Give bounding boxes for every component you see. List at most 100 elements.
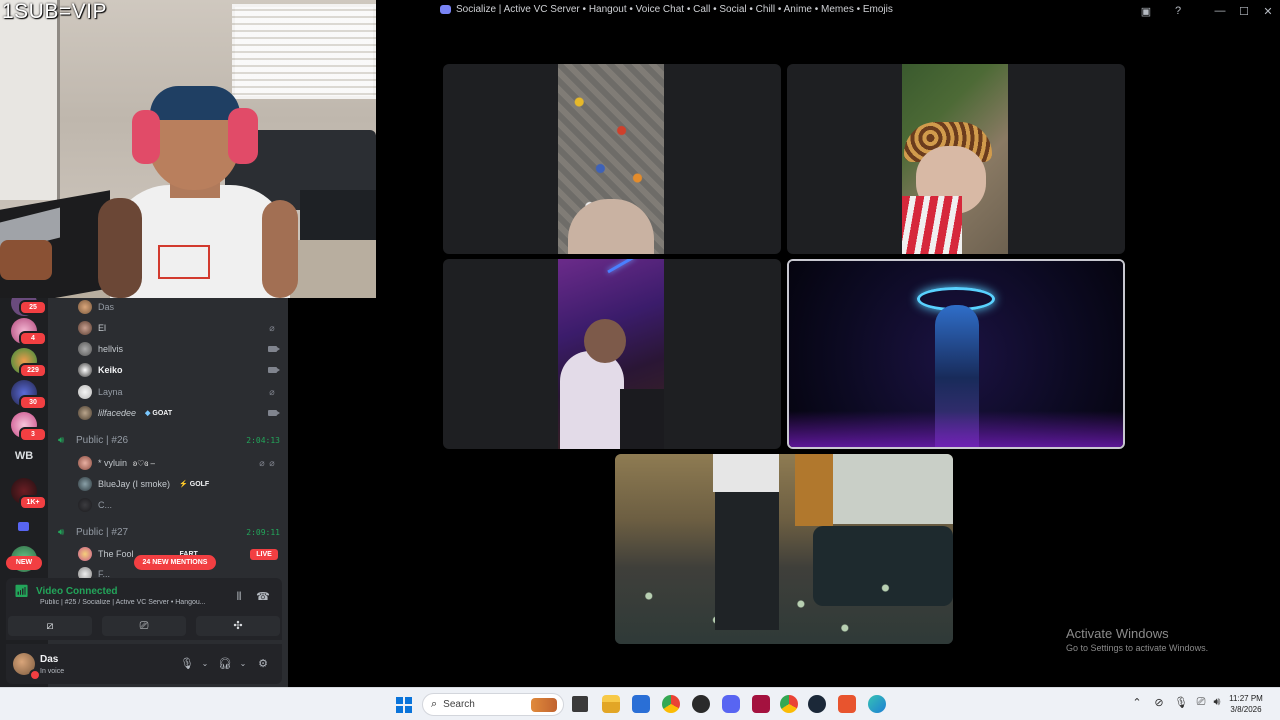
feed-blanket [902, 196, 962, 254]
search-icon: ⌕ [431, 698, 438, 710]
volume-icon[interactable]: 🔊︎ [1210, 696, 1224, 709]
video-feed [558, 259, 664, 449]
feed-door [795, 454, 833, 526]
new-unread-pill[interactable]: NEW [6, 556, 42, 570]
close-button[interactable]: ✕ [1256, 3, 1280, 19]
app-icon[interactable] [692, 695, 710, 713]
video-tile[interactable] [787, 64, 1125, 254]
voice-member[interactable]: C... [78, 497, 112, 513]
chevron-down-icon[interactable]: ⌄ [236, 657, 250, 671]
minimize-button[interactable]: — [1208, 3, 1232, 19]
voice-member[interactable]: * vyluin ʚ♡ɞ ‒ [78, 455, 155, 471]
clock-time: 11:27 PM [1229, 694, 1263, 703]
headphones-icon[interactable]: 🎧︎ [218, 657, 232, 671]
file-explorer-icon[interactable] [602, 695, 620, 713]
voice-member[interactable]: Das [78, 299, 114, 315]
voice-connection-panel: 📶︎ Video Connected Public | #25 / Social… [6, 578, 282, 640]
display-icon[interactable]: ⎚ [1194, 696, 1208, 709]
activities-button[interactable]: ✣ [196, 616, 280, 636]
avatar [78, 456, 92, 470]
toggle-camera-button[interactable]: ⧄ [8, 616, 92, 636]
activate-heading: Activate Windows [1066, 626, 1169, 641]
user-name[interactable]: Das [40, 654, 58, 665]
task-view-icon[interactable] [572, 696, 588, 712]
streamer-headband [150, 86, 240, 120]
search-placeholder: Search [443, 699, 475, 710]
camera-off-icon: ⧄ [46, 620, 54, 632]
video-tile[interactable] [443, 64, 781, 254]
start-icon[interactable] [396, 697, 412, 713]
member-tag: ◆ GOAT [145, 409, 173, 418]
server-badge: 3 [19, 427, 47, 442]
bolt-icon: ⚡ [179, 481, 188, 488]
member-name: hellvis [98, 344, 124, 354]
help-icon[interactable]: ? [1170, 3, 1186, 19]
voice-location[interactable]: Public | #25 / Socialize | Active VC Ser… [40, 599, 224, 606]
network-off-icon[interactable]: ⊘ [1152, 696, 1166, 709]
voice-channel-26[interactable]: 🔊︎ Public | #26 2:04:13 [58, 432, 280, 448]
video-feed [789, 261, 1123, 447]
noise-suppression-icon[interactable]: ⫴ [232, 590, 246, 604]
avatar [78, 321, 92, 335]
voice-member[interactable]: hellvis [78, 341, 123, 357]
steam-icon[interactable] [808, 695, 826, 713]
voice-member[interactable]: Layna [78, 384, 123, 400]
server-wb[interactable]: WB [11, 446, 37, 466]
title-bar-controls: ▣ ? — ☐ ✕ [1130, 3, 1280, 19]
inbox-icon[interactable]: ▣ [1138, 3, 1154, 19]
voice-channel-27[interactable]: 🔊︎ Public | #27 2:09:11 [58, 524, 280, 540]
speaker-icon: 🔊︎ [58, 526, 65, 538]
voice-member[interactable]: lilfacedee ◆ GOAT [78, 405, 172, 421]
chrome-icon[interactable] [662, 695, 680, 713]
activities-icon: ✣ [233, 620, 243, 632]
system-clock[interactable]: 11:27 PM 3/8/2026 [1226, 693, 1266, 715]
speaker-icon: 🔊︎ [58, 434, 65, 446]
new-mentions-pill[interactable]: 24 NEW MENTIONS [134, 555, 216, 570]
video-tile-selected[interactable] [787, 259, 1125, 449]
voice-member[interactable]: Keiko [78, 362, 123, 378]
feed-mist [789, 411, 1123, 447]
voice-status: 📶︎ Video Connected [14, 584, 118, 598]
voice-member[interactable]: BlueJay (I smoke) ⚡ GOLF [78, 476, 209, 492]
taskbar-search[interactable]: ⌕ Search [422, 693, 564, 716]
live-badge: LIVE [250, 549, 278, 560]
microphone-tray-icon[interactable]: 🎙︎ [1174, 696, 1188, 709]
server-badge: 4 [19, 331, 47, 346]
gem-icon: ◆ [145, 410, 151, 417]
chrome-profile-icon[interactable] [780, 695, 798, 713]
tray-overflow-icon[interactable]: ⌃ [1130, 696, 1144, 709]
activate-subtext: Go to Settings to activate Windows. [1066, 643, 1209, 653]
maximize-button[interactable]: ☐ [1232, 3, 1256, 19]
app-icon[interactable] [838, 695, 856, 713]
signal-icon[interactable]: 📶︎ [14, 584, 29, 598]
microphone-icon[interactable]: 🎙︎ [180, 657, 194, 671]
discord-icon[interactable] [722, 695, 740, 713]
settings-gear-icon[interactable]: ⚙ [256, 657, 270, 671]
window-title-text: Socialize | Active VC Server • Hangout •… [456, 4, 893, 15]
member-name: Layna [98, 387, 123, 397]
disconnect-icon[interactable]: ☎ [256, 590, 270, 604]
adobe-icon[interactable] [752, 695, 770, 713]
voice-status-label[interactable]: Video Connected [36, 586, 118, 597]
camera-icon [266, 344, 280, 354]
edge-icon[interactable] [868, 695, 886, 713]
folder-icon[interactable] [18, 522, 29, 531]
activate-windows-watermark: Activate Windows Go to Settings to activ… [1066, 626, 1208, 653]
video-tile[interactable] [443, 259, 781, 449]
member-name: C... [98, 500, 113, 510]
voice-member[interactable]: El [78, 320, 106, 336]
share-screen-button[interactable]: ⎚ [102, 616, 186, 636]
discord-logo-icon [440, 5, 451, 14]
store-icon[interactable] [632, 695, 650, 713]
chevron-down-icon[interactable]: ⌄ [198, 657, 212, 671]
muted-icon: ⌀ [269, 323, 275, 333]
video-feed [902, 64, 1008, 254]
video-tile[interactable] [615, 454, 953, 644]
avatar [78, 477, 92, 491]
avatar [78, 498, 92, 512]
camera-icon [266, 408, 280, 418]
feed-wall [823, 454, 953, 524]
server-badge: 229 [19, 363, 47, 378]
streamer-arm-left [98, 198, 142, 298]
channel-name: Public | #27 [76, 526, 129, 538]
